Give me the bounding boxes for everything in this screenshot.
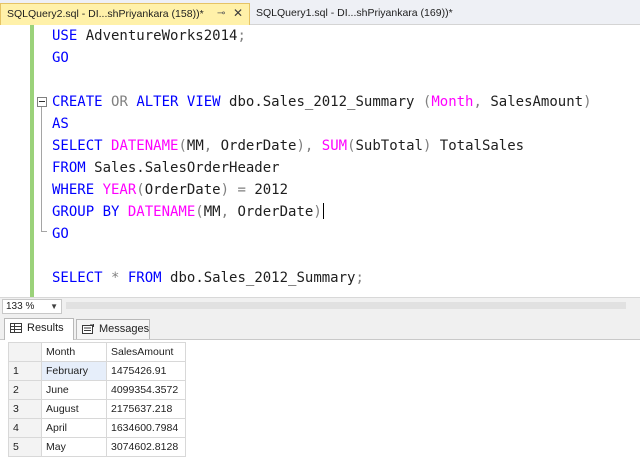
tab-results-label: Results <box>27 322 64 334</box>
year-value: 2012 <box>254 182 289 198</box>
cell-month[interactable]: May <box>41 437 107 457</box>
cell-month[interactable]: August <box>41 399 107 419</box>
horizontal-scrollbar[interactable] <box>66 302 626 309</box>
fold-guide <box>41 107 42 231</box>
tab-messages-label: Messages <box>99 323 150 335</box>
row-number[interactable]: 1 <box>8 361 42 381</box>
zoom-select[interactable]: 133 % ▼ <box>2 299 62 314</box>
query-editor[interactable]: USE AdventureWorks2014; GO CREATE OR ALT… <box>0 25 640 297</box>
column-alias: TotalSales <box>439 138 525 154</box>
tab-label: SQLQuery1.sql - DI...shPriyankara (169))… <box>256 7 453 19</box>
cell-amount[interactable]: 2175637.218 <box>106 399 186 419</box>
chevron-down-icon[interactable]: ▼ <box>50 300 58 313</box>
column-month: Month <box>431 94 474 110</box>
row-number[interactable]: 3 <box>8 399 42 419</box>
results-grid-area: Month SalesAmount 1 February 1475426.91 … <box>0 340 640 457</box>
code-line-4: CREATE OR ALTER VIEW dbo.Sales_2012_Summ… <box>52 94 592 110</box>
row-number[interactable]: 2 <box>8 380 42 400</box>
code-line-1: USE AdventureWorks2014; <box>52 28 246 44</box>
table-row[interactable]: 1 February 1475426.91 <box>8 361 186 381</box>
date-column: OrderDate <box>220 138 297 154</box>
date-column: OrderDate <box>237 204 314 220</box>
text-cursor <box>322 203 324 219</box>
table-row[interactable]: 2 June 4099354.3572 <box>8 380 186 400</box>
column-header[interactable]: Month <box>41 342 107 362</box>
code-line-9: GROUP BY DATENAME(MM, OrderDate) <box>52 203 324 220</box>
view-name: dbo.Sales_2012_Summary <box>229 94 415 110</box>
tab-messages[interactable]: Messages <box>76 319 150 339</box>
datepart: MM <box>203 204 221 220</box>
table-row[interactable]: 3 August 2175637.218 <box>8 399 186 419</box>
change-tracking-bar <box>30 25 34 297</box>
cell-amount[interactable]: 4099354.3572 <box>106 380 186 400</box>
table-name: Sales.SalesOrderHeader <box>94 160 280 176</box>
column-sales-amount: SalesAmount <box>490 94 584 110</box>
tab-results[interactable]: Results <box>4 318 74 340</box>
table-row[interactable]: 5 May 3074602.8128 <box>8 437 186 457</box>
cell-amount[interactable]: 3074602.8128 <box>106 437 186 457</box>
tab-sqlquery2[interactable]: SQLQuery2.sql - DI...shPriyankara (158))… <box>0 3 250 25</box>
tab-label: SQLQuery2.sql - DI...shPriyankara (158))… <box>7 8 204 20</box>
date-column: OrderDate <box>144 182 221 198</box>
code-line-7: FROM Sales.SalesOrderHeader <box>52 160 280 176</box>
code-line-12: SELECT * FROM dbo.Sales_2012_Summary; <box>52 270 364 286</box>
document-tab-strip: SQLQuery2.sql - DI...shPriyankara (158))… <box>0 0 640 25</box>
messages-icon <box>82 324 94 334</box>
view-name: dbo.Sales_2012_Summary <box>170 270 356 286</box>
close-icon[interactable]: ✕ <box>233 3 243 23</box>
datepart: MM <box>186 138 204 154</box>
fold-guide-end <box>41 231 47 232</box>
code-line-8: WHERE YEAR(OrderDate) = 2012 <box>52 182 289 198</box>
table-row[interactable]: 4 April 1634600.7984 <box>8 418 186 438</box>
row-number[interactable]: 5 <box>8 437 42 457</box>
editor-gutter <box>0 25 26 297</box>
cell-month[interactable]: February <box>41 361 107 381</box>
subtotal-column: SubTotal <box>355 138 423 154</box>
cell-amount[interactable]: 1634600.7984 <box>106 418 186 438</box>
zoom-value: 133 % <box>6 301 35 312</box>
tab-sqlquery1[interactable]: SQLQuery1.sql - DI...shPriyankara (169))… <box>256 4 453 22</box>
editor-status-bar: 133 % ▼ <box>0 297 640 316</box>
pin-icon[interactable]: ⊸ <box>217 4 225 24</box>
grid-icon <box>10 323 22 333</box>
code-line-10: GO <box>52 226 69 242</box>
row-header-corner[interactable] <box>8 342 42 362</box>
grid-header-row: Month SalesAmount <box>8 342 186 362</box>
code-line-6: SELECT DATENAME(MM, OrderDate), SUM(SubT… <box>52 138 525 154</box>
db-name: AdventureWorks2014 <box>85 28 238 44</box>
column-header[interactable]: SalesAmount <box>106 342 186 362</box>
row-number[interactable]: 4 <box>8 418 42 438</box>
code-line-2: GO <box>52 50 69 66</box>
cell-amount[interactable]: 1475426.91 <box>106 361 186 381</box>
collapse-icon[interactable] <box>37 97 47 107</box>
cell-month[interactable]: April <box>41 418 107 438</box>
results-tab-strip: Results Messages <box>0 315 640 340</box>
code-line-5: AS <box>52 116 69 132</box>
cell-month[interactable]: June <box>41 380 107 400</box>
